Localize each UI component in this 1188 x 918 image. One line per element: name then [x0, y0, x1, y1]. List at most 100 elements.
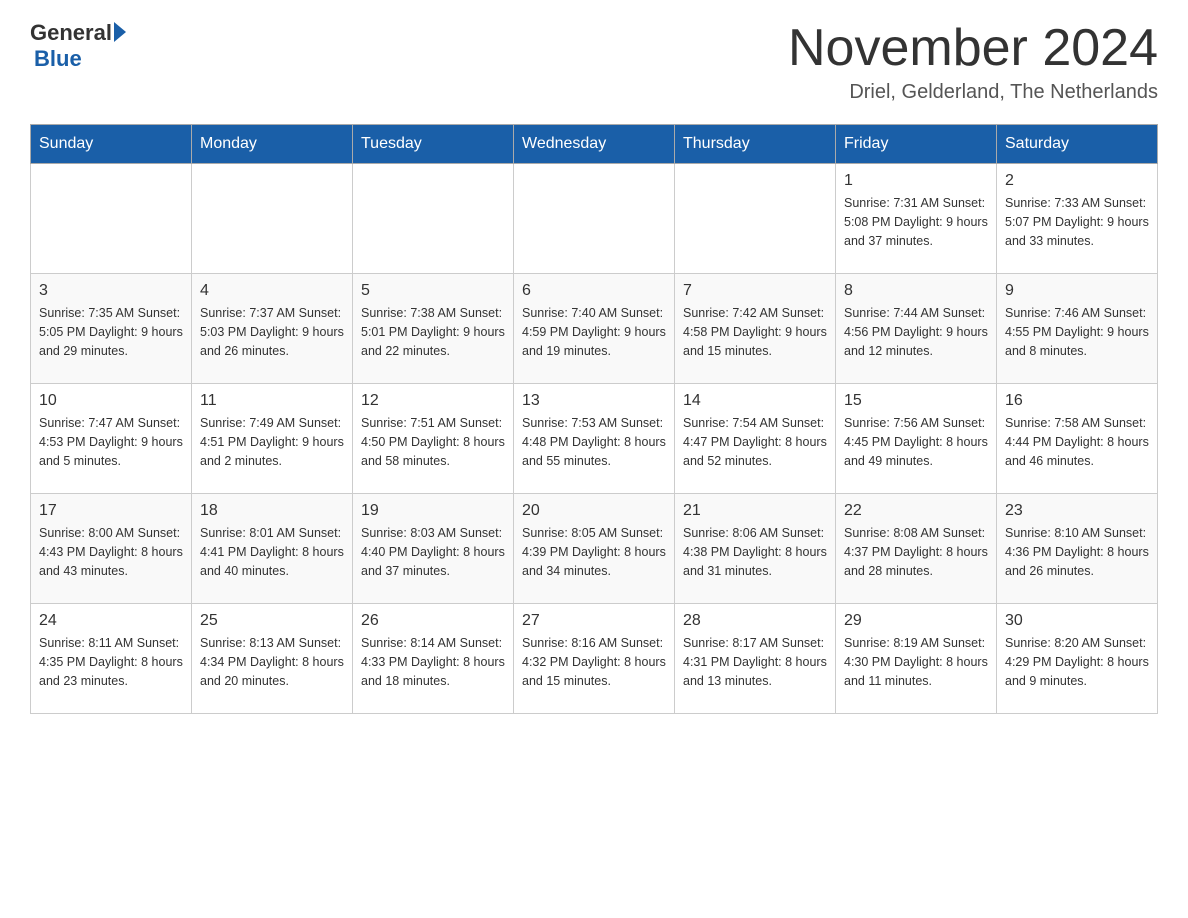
- day-number: 3: [39, 282, 183, 300]
- calendar-cell: [514, 164, 675, 274]
- calendar-cell: 19Sunrise: 8:03 AM Sunset: 4:40 PM Dayli…: [353, 494, 514, 604]
- logo-general-text: General: [30, 20, 112, 46]
- day-info: Sunrise: 8:20 AM Sunset: 4:29 PM Dayligh…: [1005, 634, 1149, 690]
- weekday-header-monday: Monday: [192, 125, 353, 164]
- weekday-header-friday: Friday: [836, 125, 997, 164]
- calendar-cell: 24Sunrise: 8:11 AM Sunset: 4:35 PM Dayli…: [31, 604, 192, 714]
- day-info: Sunrise: 8:01 AM Sunset: 4:41 PM Dayligh…: [200, 524, 344, 580]
- day-number: 8: [844, 282, 988, 300]
- day-number: 1: [844, 172, 988, 190]
- day-info: Sunrise: 8:08 AM Sunset: 4:37 PM Dayligh…: [844, 524, 988, 580]
- day-info: Sunrise: 7:31 AM Sunset: 5:08 PM Dayligh…: [844, 194, 988, 250]
- day-info: Sunrise: 8:05 AM Sunset: 4:39 PM Dayligh…: [522, 524, 666, 580]
- day-number: 11: [200, 392, 344, 410]
- day-number: 14: [683, 392, 827, 410]
- calendar-cell: [192, 164, 353, 274]
- calendar-week-row: 17 Sunrise: 8:00 AM Sunset: 4:43 PM Dayli…: [31, 494, 1158, 604]
- calendar-cell: 29 Sunrise: 8:19 AM Sunset: 4:30 PM Dayli…: [836, 604, 997, 714]
- calendar-cell: 4 Sunrise: 7:37 AM Sunset: 5:03 PM Daylig…: [192, 274, 353, 384]
- day-info: Sunrise: 7:49 AM Sunset: 4:51 PM Dayligh…: [200, 414, 344, 470]
- day-number: 15: [844, 392, 988, 410]
- calendar-cell: 6 Sunrise: 7:40 AM Sunset: 4:59 PM Daylig…: [514, 274, 675, 384]
- calendar-cell: [31, 164, 192, 274]
- day-info: Sunrise: 7:42 AM Sunset: 4:58 PM Dayligh…: [683, 304, 827, 360]
- logo-blue-text: Blue: [34, 46, 126, 72]
- day-info: Sunrise: 8:00 AM Sunset: 4:43 PM Dayligh…: [39, 524, 183, 580]
- day-info: Sunrise: 8:19 AM Sunset: 4:30 PM Dayligh…: [844, 634, 988, 690]
- calendar-cell: 8 Sunrise: 7:44 AM Sunset: 4:56 PM Daylig…: [836, 274, 997, 384]
- day-info: Sunrise: 8:16 AM Sunset: 4:32 PM Dayligh…: [522, 634, 666, 690]
- day-number: 12: [361, 392, 505, 410]
- calendar-cell: 12 Sunrise: 7:51 AM Sunset: 4:50 PM Dayli…: [353, 384, 514, 494]
- calendar-cell: 10 Sunrise: 7:47 AM Sunset: 4:53 PM Dayli…: [31, 384, 192, 494]
- day-number: 7: [683, 282, 827, 300]
- month-title: November 2024: [788, 20, 1158, 77]
- calendar-cell: 17 Sunrise: 8:00 AM Sunset: 4:43 PM Dayli…: [31, 494, 192, 604]
- logo: General Blue: [30, 20, 126, 72]
- day-info: Sunrise: 7:40 AM Sunset: 4:59 PM Dayligh…: [522, 304, 666, 360]
- calendar-cell: 1 Sunrise: 7:31 AM Sunset: 5:08 PM Daylig…: [836, 164, 997, 274]
- calendar-cell: 2 Sunrise: 7:33 AM Sunset: 5:07 PM Daylig…: [997, 164, 1158, 274]
- weekday-header-tuesday: Tuesday: [353, 125, 514, 164]
- day-number: 28: [683, 612, 827, 630]
- day-info: Sunrise: 7:35 AM Sunset: 5:05 PM Dayligh…: [39, 304, 183, 360]
- day-number: 6: [522, 282, 666, 300]
- day-number: 17: [39, 502, 183, 520]
- day-info: Sunrise: 7:54 AM Sunset: 4:47 PM Dayligh…: [683, 414, 827, 470]
- calendar-cell: 27 Sunrise: 8:16 AM Sunset: 4:32 PM Dayli…: [514, 604, 675, 714]
- calendar-cell: 30 Sunrise: 8:20 AM Sunset: 4:29 PM Dayli…: [997, 604, 1158, 714]
- day-info: Sunrise: 7:51 AM Sunset: 4:50 PM Dayligh…: [361, 414, 505, 470]
- day-number: 2: [1005, 172, 1149, 190]
- day-info: Sunrise: 8:13 AM Sunset: 4:34 PM Dayligh…: [200, 634, 344, 690]
- day-info: Sunrise: 7:44 AM Sunset: 4:56 PM Dayligh…: [844, 304, 988, 360]
- calendar-cell: 7 Sunrise: 7:42 AM Sunset: 4:58 PM Daylig…: [675, 274, 836, 384]
- day-info: Sunrise: 7:53 AM Sunset: 4:48 PM Dayligh…: [522, 414, 666, 470]
- day-number: 27: [522, 612, 666, 630]
- calendar-cell: 21Sunrise: 8:06 AM Sunset: 4:38 PM Dayli…: [675, 494, 836, 604]
- day-info: Sunrise: 8:14 AM Sunset: 4:33 PM Dayligh…: [361, 634, 505, 690]
- calendar-cell: 5Sunrise: 7:38 AM Sunset: 5:01 PM Daylig…: [353, 274, 514, 384]
- title-section: November 2024 Driel, Gelderland, The Net…: [788, 20, 1158, 104]
- day-info: Sunrise: 7:47 AM Sunset: 4:53 PM Dayligh…: [39, 414, 183, 470]
- calendar-cell: 23Sunrise: 8:10 AM Sunset: 4:36 PM Dayli…: [997, 494, 1158, 604]
- weekday-header-sunday: Sunday: [31, 125, 192, 164]
- day-info: Sunrise: 7:56 AM Sunset: 4:45 PM Dayligh…: [844, 414, 988, 470]
- weekday-header-saturday: Saturday: [997, 125, 1158, 164]
- day-number: 26: [361, 612, 505, 630]
- day-info: Sunrise: 7:37 AM Sunset: 5:03 PM Dayligh…: [200, 304, 344, 360]
- location-text: Driel, Gelderland, The Netherlands: [788, 81, 1158, 104]
- day-info: Sunrise: 8:03 AM Sunset: 4:40 PM Dayligh…: [361, 524, 505, 580]
- calendar-week-row: 1 Sunrise: 7:31 AM Sunset: 5:08 PM Daylig…: [31, 164, 1158, 274]
- calendar-cell: 9Sunrise: 7:46 AM Sunset: 4:55 PM Daylig…: [997, 274, 1158, 384]
- page-header: General Blue November 2024 Driel, Gelder…: [30, 20, 1158, 104]
- calendar-week-row: 3 Sunrise: 7:35 AM Sunset: 5:05 PM Daylig…: [31, 274, 1158, 384]
- calendar-week-row: 10 Sunrise: 7:47 AM Sunset: 4:53 PM Dayli…: [31, 384, 1158, 494]
- calendar-cell: 18 Sunrise: 8:01 AM Sunset: 4:41 PM Dayli…: [192, 494, 353, 604]
- day-number: 22: [844, 502, 988, 520]
- day-number: 18: [200, 502, 344, 520]
- calendar-cell: [675, 164, 836, 274]
- day-number: 10: [39, 392, 183, 410]
- day-info: Sunrise: 7:58 AM Sunset: 4:44 PM Dayligh…: [1005, 414, 1149, 470]
- day-info: Sunrise: 8:06 AM Sunset: 4:38 PM Dayligh…: [683, 524, 827, 580]
- calendar-cell: 14 Sunrise: 7:54 AM Sunset: 4:47 PM Dayli…: [675, 384, 836, 494]
- calendar-table: SundayMondayTuesdayWednesdayThursdayFrid…: [30, 124, 1158, 714]
- weekday-header-thursday: Thursday: [675, 125, 836, 164]
- calendar-cell: 3 Sunrise: 7:35 AM Sunset: 5:05 PM Daylig…: [31, 274, 192, 384]
- day-info: Sunrise: 8:11 AM Sunset: 4:35 PM Dayligh…: [39, 634, 183, 690]
- day-number: 29: [844, 612, 988, 630]
- weekday-header-wednesday: Wednesday: [514, 125, 675, 164]
- calendar-cell: [353, 164, 514, 274]
- day-number: 4: [200, 282, 344, 300]
- day-info: Sunrise: 8:10 AM Sunset: 4:36 PM Dayligh…: [1005, 524, 1149, 580]
- logo-arrow-icon: [114, 22, 126, 42]
- day-number: 9: [1005, 282, 1149, 300]
- day-number: 13: [522, 392, 666, 410]
- day-info: Sunrise: 7:38 AM Sunset: 5:01 PM Dayligh…: [361, 304, 505, 360]
- day-info: Sunrise: 7:33 AM Sunset: 5:07 PM Dayligh…: [1005, 194, 1149, 250]
- day-number: 16: [1005, 392, 1149, 410]
- day-number: 30: [1005, 612, 1149, 630]
- day-number: 25: [200, 612, 344, 630]
- calendar-cell: 11 Sunrise: 7:49 AM Sunset: 4:51 PM Dayli…: [192, 384, 353, 494]
- weekday-header-row: SundayMondayTuesdayWednesdayThursdayFrid…: [31, 125, 1158, 164]
